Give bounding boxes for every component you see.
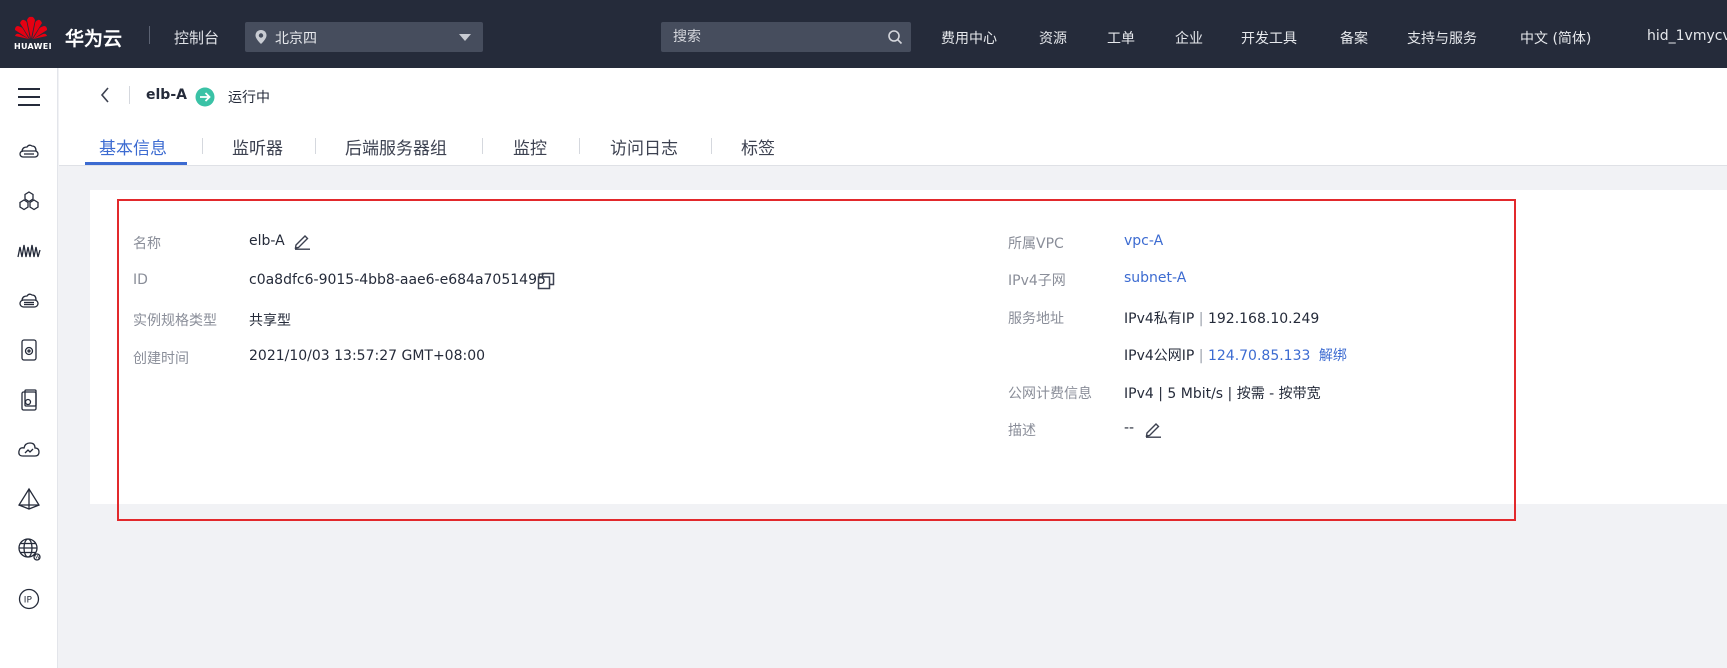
service-sidebar: W IP: [0, 68, 58, 668]
nav-enterprise[interactable]: 企业: [1175, 28, 1203, 48]
tab-access-logs[interactable]: 访问日志: [610, 134, 678, 159]
unbind-link[interactable]: 解绑: [1319, 348, 1347, 364]
name-label: 名称: [133, 236, 161, 252]
tab-divider: [579, 138, 580, 154]
public-ip-link[interactable]: 124.70.85.133: [1208, 348, 1310, 364]
nav-language[interactable]: 中文 (简体): [1520, 28, 1591, 48]
chevron-down-icon: [459, 34, 471, 41]
service-address-label: 服务地址: [1008, 311, 1064, 327]
huawei-flower-icon: [15, 16, 47, 39]
waveform-icon[interactable]: [17, 238, 41, 262]
ip-icon[interactable]: IP: [17, 587, 41, 611]
region-value: 北京四: [275, 31, 317, 47]
billing-label: 公网计费信息: [1008, 386, 1092, 402]
tab-divider: [482, 138, 483, 154]
private-ip-prefix: IPv4私有IP: [1124, 311, 1195, 327]
spec-type-value: 共享型: [249, 313, 291, 329]
huawei-logo[interactable]: HUAWEI: [14, 16, 52, 56]
status-text: 运行中: [228, 90, 270, 106]
name-value: elb-A: [249, 233, 285, 249]
nav-resources[interactable]: 资源: [1039, 28, 1067, 48]
separator-pipe: |: [1198, 311, 1204, 327]
vpc-label: 所属VPC: [1008, 236, 1064, 252]
top-navigation-bar: HUAWEI 华为云 控制台 北京四 费用中心 资源 工单 企业 开发工具 备案…: [0, 0, 1727, 68]
edit-description-icon[interactable]: [1144, 420, 1162, 438]
spec-type-label: 实例规格类型: [133, 313, 217, 329]
instance-name: elb-A: [146, 87, 187, 103]
cloud-icon[interactable]: [17, 438, 41, 462]
separator-pipe: |: [1198, 348, 1204, 364]
search-box[interactable]: [661, 22, 911, 52]
id-value: c0a8dfc6-9015-4bb8-aae6-e684a7051495: [249, 272, 546, 288]
tab-basic-info[interactable]: 基本信息: [99, 134, 167, 159]
logo-text: HUAWEI: [14, 42, 52, 51]
brand-name[interactable]: 华为云: [65, 24, 122, 51]
active-tab-indicator: [85, 162, 187, 165]
cluster-icon[interactable]: [17, 189, 41, 213]
divider: [129, 86, 130, 104]
menu-icon[interactable]: [17, 85, 41, 109]
console-link[interactable]: 控制台: [174, 27, 219, 48]
triangle-icon[interactable]: [17, 487, 41, 511]
tab-divider: [202, 138, 203, 154]
id-label: ID: [133, 272, 148, 288]
description-label: 描述: [1008, 423, 1036, 439]
svg-text:IP: IP: [24, 596, 33, 606]
tab-divider: [711, 138, 712, 154]
edit-name-icon[interactable]: [293, 232, 311, 250]
disk-icon[interactable]: [17, 338, 41, 362]
nav-user-account[interactable]: hid_1vmycv: [1647, 28, 1727, 44]
public-ip-row: IPv4公网IP | 124.70.85.133 解绑: [1124, 345, 1347, 365]
back-arrow-icon[interactable]: [98, 85, 112, 105]
created-time-label: 创建时间: [133, 351, 189, 367]
nav-tickets[interactable]: 工单: [1107, 28, 1135, 48]
tab-divider: [315, 138, 316, 154]
cloud-server-icon[interactable]: [17, 140, 41, 164]
subnet-link[interactable]: subnet-A: [1124, 270, 1186, 286]
storage-icon[interactable]: [17, 289, 41, 313]
subnet-label: IPv4子网: [1008, 273, 1066, 289]
private-ip-row: IPv4私有IP | 192.168.10.249: [1124, 308, 1319, 328]
nav-dev-tools[interactable]: 开发工具: [1241, 28, 1297, 48]
vpc-link[interactable]: vpc-A: [1124, 233, 1163, 249]
divider: [149, 26, 150, 44]
running-status-icon: [195, 87, 215, 107]
private-ip-value: 192.168.10.249: [1207, 311, 1320, 327]
nav-billing-center[interactable]: 费用中心: [941, 28, 997, 48]
search-input[interactable]: [661, 22, 881, 52]
svg-text:W: W: [35, 555, 40, 561]
tab-listeners[interactable]: 监听器: [232, 134, 283, 159]
billing-value: IPv4 | 5 Mbit/s | 按需 - 按带宽: [1124, 386, 1321, 402]
region-selector[interactable]: 北京四: [245, 22, 483, 52]
copy-icon[interactable]: [537, 272, 555, 290]
nav-support[interactable]: 支持与服务: [1407, 28, 1477, 48]
location-pin-icon: [255, 30, 267, 44]
device-icon[interactable]: [17, 388, 41, 412]
tab-monitoring[interactable]: 监控: [513, 134, 547, 159]
page-header: elb-A 运行中 基本信息 监听器 后端服务器组 监控 访问日志 标签: [59, 68, 1727, 166]
globe-icon[interactable]: W: [17, 537, 41, 561]
description-value: --: [1124, 420, 1135, 436]
public-ip-prefix: IPv4公网IP: [1124, 348, 1195, 364]
created-time-value: 2021/10/03 13:57:27 GMT+08:00: [249, 348, 486, 364]
search-icon[interactable]: [887, 29, 903, 45]
tab-tags[interactable]: 标签: [741, 134, 775, 159]
nav-icp-filing[interactable]: 备案: [1340, 28, 1368, 48]
tab-backend-server-groups[interactable]: 后端服务器组: [345, 134, 447, 159]
